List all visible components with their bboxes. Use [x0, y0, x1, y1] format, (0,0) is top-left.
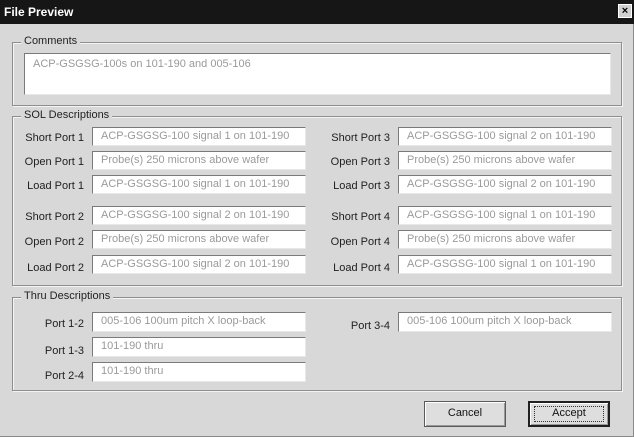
- title-bar: File Preview ×: [0, 0, 634, 24]
- accept-button-label: Accept: [552, 407, 586, 419]
- load-port-3-label: Load Port 3: [333, 180, 390, 192]
- cancel-button-label: Cancel: [447, 407, 483, 419]
- accept-button[interactable]: Accept: [528, 401, 610, 427]
- comments-group-label: Comments: [21, 35, 81, 47]
- open-port-2-field[interactable]: Probe(s) 250 microns above wafer: [92, 230, 306, 249]
- port-1-2-field[interactable]: 005-106 100um pitch X loop-back: [92, 312, 306, 332]
- open-port-1-field[interactable]: Probe(s) 250 microns above wafer: [92, 151, 306, 170]
- open-port-4-field[interactable]: Probe(s) 250 microns above wafer: [398, 230, 612, 249]
- open-port-3-field[interactable]: Probe(s) 250 microns above wafer: [398, 151, 612, 170]
- open-port-3-label: Open Port 3: [330, 156, 390, 168]
- port-2-4-field[interactable]: 101-190 thru: [92, 362, 306, 382]
- short-port-2-label: Short Port 2: [25, 211, 84, 223]
- load-port-1-field[interactable]: ACP-GSGSG-100 signal 1 on 101-190: [92, 175, 306, 194]
- load-port-4-label: Load Port 4: [333, 262, 390, 274]
- comments-field[interactable]: ACP-GSGSG-100s on 101-190 and 005-106: [24, 53, 611, 95]
- load-port-2-label: Load Port 2: [27, 262, 84, 274]
- open-port-1-label: Open Port 1: [24, 156, 84, 168]
- port-1-3-field[interactable]: 101-190 thru: [92, 337, 306, 357]
- load-port-4-field[interactable]: ACP-GSGSG-100 signal 1 on 101-190: [398, 255, 612, 274]
- load-port-2-field[interactable]: ACP-GSGSG-100 signal 2 on 101-190: [92, 255, 306, 274]
- thru-group-label: Thru Descriptions: [21, 290, 114, 302]
- sol-group-label: SOL Descriptions: [21, 109, 113, 121]
- short-port-3-field[interactable]: ACP-GSGSG-100 signal 2 on 101-190: [398, 127, 612, 146]
- port-1-2-label: Port 1-2: [44, 318, 84, 330]
- port-1-3-label: Port 1-3: [44, 345, 84, 357]
- short-port-4-field[interactable]: ACP-GSGSG-100 signal 1 on 101-190: [398, 206, 612, 225]
- port-3-4-label: Port 3-4: [350, 320, 390, 332]
- open-port-4-label: Open Port 4: [330, 236, 390, 248]
- file-preview-dialog: File Preview × Comments ACP-GSGSG-100s o…: [0, 0, 634, 437]
- short-port-4-label: Short Port 4: [331, 211, 390, 223]
- port-2-4-label: Port 2-4: [44, 370, 84, 382]
- cancel-button[interactable]: Cancel: [424, 401, 506, 427]
- open-port-2-label: Open Port 2: [24, 236, 84, 248]
- close-icon[interactable]: ×: [618, 4, 632, 18]
- load-port-1-label: Load Port 1: [27, 180, 84, 192]
- load-port-3-field[interactable]: ACP-GSGSG-100 signal 2 on 101-190: [398, 175, 612, 194]
- short-port-3-label: Short Port 3: [331, 132, 390, 144]
- short-port-2-field[interactable]: ACP-GSGSG-100 signal 2 on 101-190: [92, 206, 306, 225]
- window-title: File Preview: [4, 5, 74, 19]
- short-port-1-field[interactable]: ACP-GSGSG-100 signal 1 on 101-190: [92, 127, 306, 146]
- port-3-4-field[interactable]: 005-106 100um pitch X loop-back: [398, 312, 612, 332]
- short-port-1-label: Short Port 1: [25, 132, 84, 144]
